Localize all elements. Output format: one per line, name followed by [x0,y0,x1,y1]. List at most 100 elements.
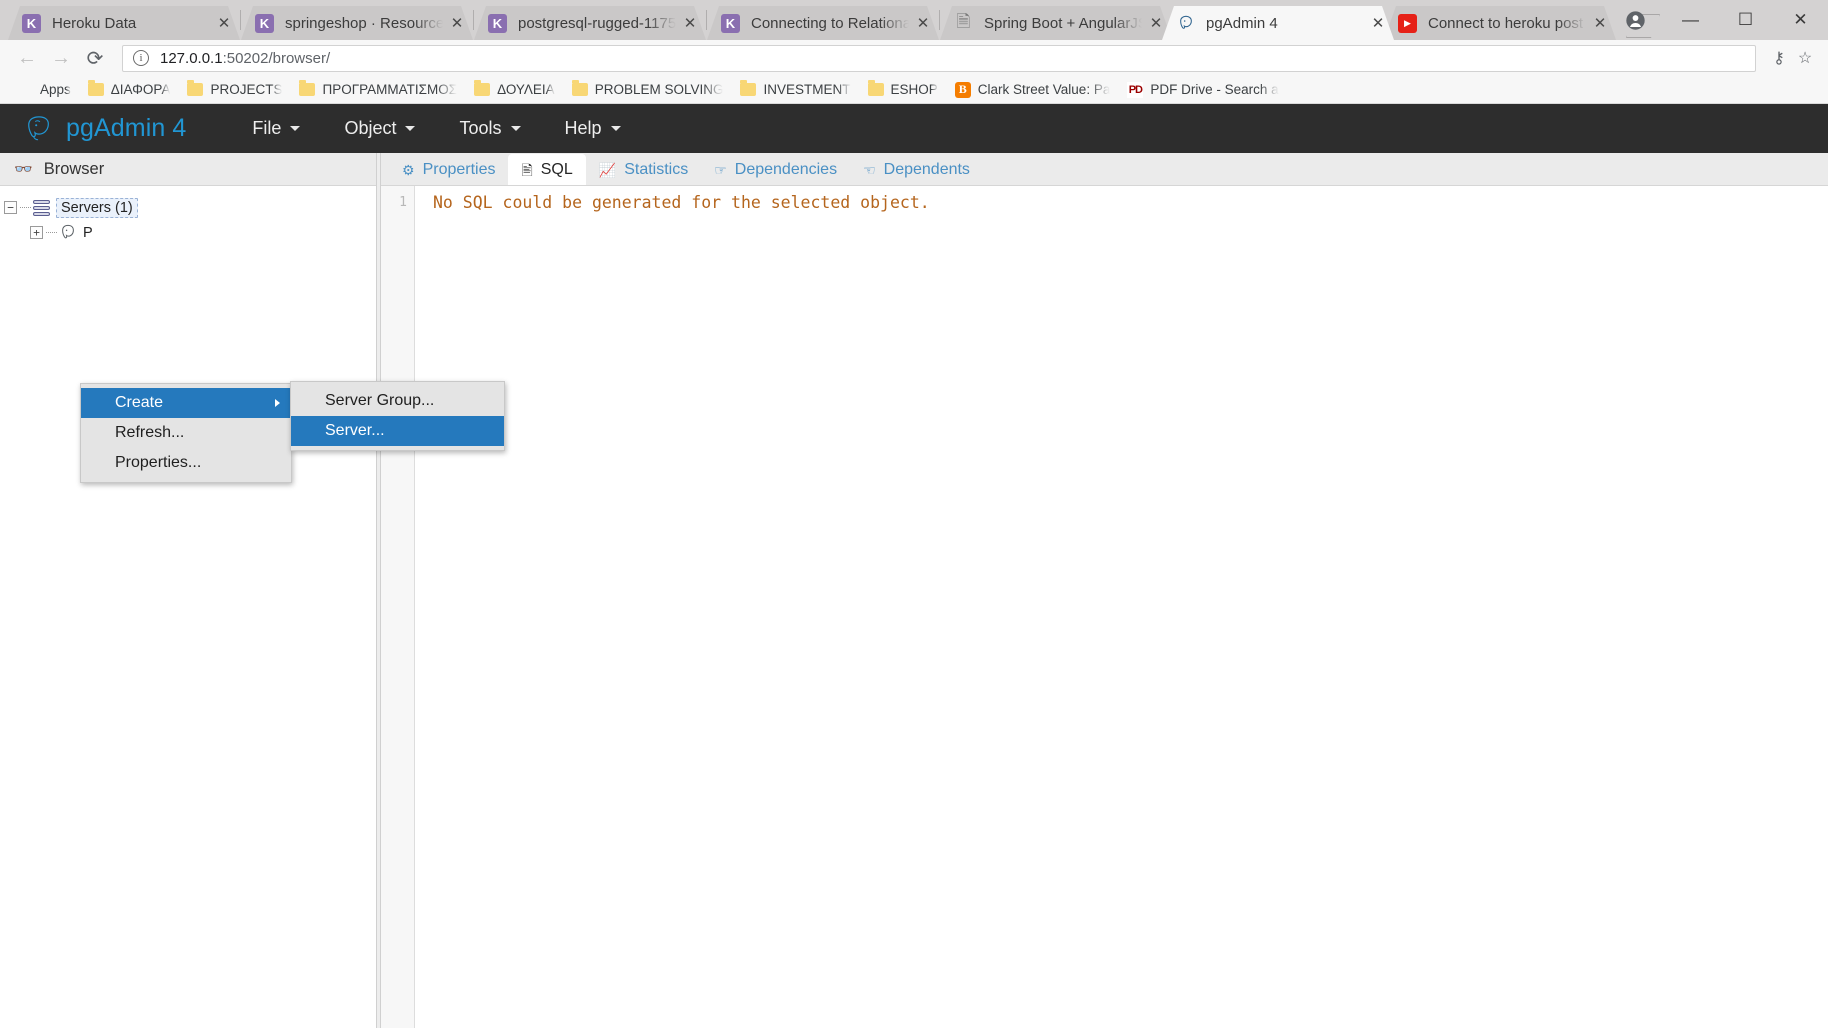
bookmark-item[interactable]: ESHOP [861,80,945,99]
tab-dependencies[interactable]: ☞ Dependencies [701,154,850,185]
bookmark-item[interactable]: INVESTMENT [733,80,857,99]
bookmarks-bar: Apps ΔΙΑΦΟΡΑ PROJECTS ΠΡΟΓΡΑΜΜΑΤΙΣΜΟΣ ΔΟ… [0,76,1828,104]
sql-editor[interactable]: 1 No SQL could be generated for the sele… [381,186,1828,1028]
bookmark-item[interactable]: ΠΡΟΓΡΑΜΜΑΤΙΣΜΟΣ [292,80,464,99]
browser-toolbar: ← → ⟳ i 127.0.0.1:50202/browser/ ⚷ ☆ [0,40,1828,76]
sql-editor-content: No SQL could be generated for the select… [433,193,930,212]
close-icon[interactable]: ✕ [214,13,234,33]
editor-gutter: 1 [381,186,415,1028]
heroku-icon: Κ [22,14,41,33]
pgadmin-menubar: File Object Tools Help [230,112,642,145]
back-icon[interactable]: ← [10,41,44,75]
maximize-button[interactable]: ☐ [1718,0,1773,40]
forward-icon[interactable]: → [44,41,78,75]
folder-icon [87,80,104,96]
close-icon[interactable]: ✕ [1146,13,1166,33]
browser-tab[interactable]: Κ springeshop · Resources ✕ [241,6,473,40]
profile-avatar-icon[interactable] [1608,0,1663,40]
context-submenu[interactable]: Server Group... Server... [290,381,505,451]
menu-tools[interactable]: Tools [437,112,542,145]
bookmark-item[interactable]: B Clark Street Value: Pa [948,80,1118,100]
context-menu-item-label: Create [115,394,164,411]
object-tree[interactable]: − Servers (1) + P [0,186,376,1028]
bookmark-item[interactable]: ΔΟΥΛΕΙΑ [467,80,562,99]
address-bar[interactable]: i 127.0.0.1:50202/browser/ [122,44,1756,72]
file-sql-icon: 🖹 [521,161,533,178]
menu-file[interactable]: File [230,112,322,145]
pgadmin-header: pgAdmin 4 File Object Tools Help [0,104,1828,153]
browser-tab[interactable]: Κ Heroku Data ✕ [8,6,240,40]
bookmark-item[interactable]: PROJECTS [180,80,289,99]
tree-node-label: Servers (1) [56,197,138,218]
context-submenu-item-server-group[interactable]: Server Group... [291,386,504,416]
browser-tab-title: pgAdmin 4 [1206,14,1278,32]
binoculars-icon: 👓 [14,160,33,178]
servers-icon [33,199,50,216]
bookmark-label: INVESTMENT [763,82,851,97]
browser-tab[interactable]: Κ postgresql-rugged-1175 ✕ [474,6,706,40]
menu-help[interactable]: Help [543,112,643,145]
close-icon[interactable]: ✕ [680,13,700,33]
tab-sql[interactable]: 🖹 SQL [508,154,586,185]
browser-panel-title: Browser [43,159,105,178]
tree-connector [20,207,31,208]
context-menu-item-properties[interactable]: Properties... [81,448,291,478]
postgres-elephant-icon [59,224,77,241]
bookmark-label: ΠΡΟΓΡΑΜΜΑΤΙΣΜΟΣ [322,82,458,97]
context-submenu-item-server[interactable]: Server... [291,416,504,446]
minimize-button[interactable]: — [1663,0,1718,40]
browser-tab[interactable]: Κ Connecting to Relational ✕ [707,6,939,40]
menu-object[interactable]: Object [322,112,437,145]
bookmark-item[interactable]: PROBLEM SOLVING [565,80,731,99]
tree-node-servers[interactable]: − Servers (1) [0,195,376,220]
bookmark-star-icon[interactable]: ☆ [1792,45,1818,71]
bookmark-label: PROBLEM SOLVING [594,82,724,97]
tab-divider [706,10,707,30]
site-info-icon[interactable]: i [133,50,149,66]
browser-tab[interactable]: 🗎 Spring Boot + AngularJS ✕ [940,6,1172,40]
close-icon[interactable]: ✕ [447,13,467,33]
expand-toggle-icon[interactable]: + [30,226,43,239]
hand-up-icon: ☞ [714,161,727,178]
bookmark-label: ΔΟΥΛΕΙΑ [497,82,555,97]
tree-node-server[interactable]: + P [0,220,376,245]
window-controls: — ☐ ✕ [1608,0,1828,40]
close-window-button[interactable]: ✕ [1773,0,1828,40]
tab-label: Properties [422,160,496,178]
browser-tab-title: Connecting to Relational [751,14,909,32]
main-tabbar: ⚙ Properties 🖹 SQL 📈 Statistics ☞ Depend… [381,153,1828,186]
bookmark-item[interactable]: ΔΙΑΦΟΡΑ [81,80,178,99]
bookmark-apps[interactable]: Apps [10,80,78,100]
folder-icon [740,80,757,96]
close-icon[interactable]: ✕ [1368,13,1388,33]
browser-tab-active[interactable]: pgAdmin 4 ✕ [1162,6,1394,40]
context-menu[interactable]: Create Refresh... Properties... [80,383,292,483]
collapse-toggle-icon[interactable]: − [4,201,17,214]
tab-dependents[interactable]: ☜ Dependents [850,154,983,185]
browser-tab-title: springeshop · Resources [285,14,443,32]
password-key-icon[interactable]: ⚷ [1766,45,1792,71]
browser-panel-header: 👓 Browser [0,153,376,186]
close-icon[interactable]: ✕ [913,13,933,33]
document-icon: 🗎 [956,11,971,31]
bookmark-label: Apps [40,82,71,97]
reload-icon[interactable]: ⟳ [78,41,112,75]
context-menu-item-create[interactable]: Create [81,388,291,418]
main-panel: ⚙ Properties 🖹 SQL 📈 Statistics ☞ Depend… [381,153,1828,1028]
pgadmin-body: 👓 Browser − Servers (1) + P ⚙ Properties… [0,153,1828,1028]
bookmark-item[interactable]: PD PDF Drive - Search a [1120,80,1285,100]
tab-label: Dependents [883,160,970,178]
context-menu-item-label: Properties... [115,454,202,471]
context-menu-item-refresh[interactable]: Refresh... [81,418,291,448]
browser-tab-title: postgresql-rugged-1175 [518,14,676,32]
tab-properties[interactable]: ⚙ Properties [389,154,508,185]
chevron-down-icon [610,126,621,131]
blogger-icon: B [954,81,971,98]
close-icon[interactable]: ✕ [1590,13,1610,33]
tab-statistics[interactable]: 📈 Statistics [586,154,701,185]
bookmark-label: ΔΙΑΦΟΡΑ [110,82,171,97]
folder-icon [867,80,884,96]
tab-label: Statistics [624,160,689,178]
browser-tab[interactable]: ▶ Connect to heroku post ✕ [1384,6,1616,40]
menu-label: File [252,118,282,138]
